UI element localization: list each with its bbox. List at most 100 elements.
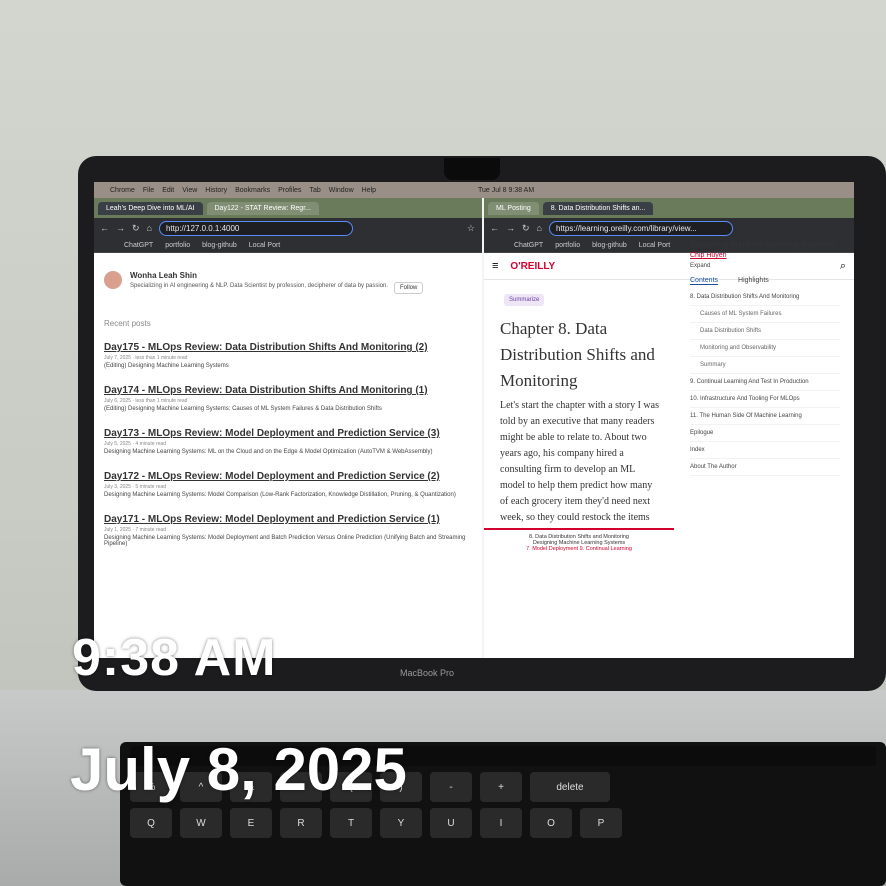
overlay-time: 9:38 AM <box>72 629 277 687</box>
delete-key[interactable]: delete <box>530 772 610 802</box>
key[interactable]: P <box>580 808 622 838</box>
expand-toggle[interactable]: Expand <box>690 263 840 269</box>
reload-icon[interactable]: ↻ <box>132 223 140 234</box>
left-tabbar: Leah's Deep Dive into ML/AI Day122 - STA… <box>94 198 482 218</box>
browser-tab[interactable]: 8. Data Distribution Shifts an... <box>542 201 654 215</box>
author-name: Wonha Leah Shin <box>130 271 197 280</box>
menu-item[interactable]: Bookmarks <box>235 187 270 194</box>
menu-item[interactable]: Window <box>329 187 354 194</box>
post-title-link[interactable]: Day175 - MLOps Review: Data Distribution… <box>104 342 472 353</box>
post-title-link[interactable]: Day171 - MLOps Review: Model Deployment … <box>104 514 472 525</box>
key[interactable]: - <box>430 772 472 802</box>
key[interactable]: U <box>430 808 472 838</box>
bookmark-item[interactable]: blog-github <box>202 242 237 249</box>
bookmark-item[interactable]: Local Port <box>249 242 281 249</box>
next-chapter-link[interactable]: 9. Continual Learning <box>580 546 632 552</box>
bookmark-star-icon[interactable]: ☆ <box>467 223 475 234</box>
forward-icon[interactable]: → <box>116 223 125 233</box>
macos-menubar: Chrome File Edit View History Bookmarks … <box>94 182 854 198</box>
book-author-link[interactable]: Chip Huyen <box>690 252 840 259</box>
bookmark-item[interactable]: blog-github <box>592 242 627 249</box>
toc-item[interactable]: Epilogue <box>690 425 840 442</box>
hamburger-menu-icon[interactable]: ≡ <box>492 260 498 272</box>
reload-icon[interactable]: ↻ <box>522 223 530 234</box>
bookmark-item[interactable]: portfolio <box>165 242 190 249</box>
overlay-date: July 8, 2025 <box>70 736 407 803</box>
camera-notch <box>444 158 500 180</box>
search-icon[interactable]: ⌕ <box>840 260 846 273</box>
post-title-link[interactable]: Day174 - MLOps Review: Data Distribution… <box>104 385 472 396</box>
toc-item[interactable]: Summary <box>690 357 840 374</box>
post-title-link[interactable]: Day172 - MLOps Review: Model Deployment … <box>104 471 472 482</box>
tab-highlights[interactable]: Highlights <box>738 277 769 285</box>
chapter-footer-nav: 8. Data Distribution Shifts and Monitori… <box>484 528 674 552</box>
key[interactable]: E <box>230 808 272 838</box>
author-bio: Specializing in AI engineering & NLP. Da… <box>130 283 389 289</box>
back-icon[interactable]: ← <box>490 223 499 233</box>
post-item: Day173 - MLOps Review: Model Deployment … <box>104 428 472 455</box>
right-toolbar: ← → ↻ ⌂ https://learning.oreilly.com/lib… <box>484 218 854 238</box>
home-icon[interactable]: ⌂ <box>537 223 542 233</box>
follow-button[interactable]: Follow <box>394 282 424 294</box>
post-excerpt: (Editing) Designing Machine Learning Sys… <box>104 406 382 412</box>
bookmark-item[interactable]: Local Port <box>639 242 671 249</box>
post-item: Day174 - MLOps Review: Data Distribution… <box>104 385 472 412</box>
home-icon[interactable]: ⌂ <box>147 223 152 233</box>
key[interactable]: R <box>280 808 322 838</box>
back-icon[interactable]: ← <box>100 223 109 233</box>
menu-item[interactable]: Chrome <box>110 187 135 194</box>
toc-item[interactable]: 9. Continual Learning And Test In Produc… <box>690 374 840 391</box>
avatar <box>104 271 122 289</box>
menu-item[interactable]: Help <box>362 187 376 194</box>
menu-item[interactable]: Profiles <box>278 187 301 194</box>
menubar-clock[interactable]: Tue Jul 8 9:38 AM <box>478 187 848 194</box>
browser-tab[interactable]: ML Posting <box>488 201 539 215</box>
toc-item[interactable]: Monitoring and Observability <box>690 340 840 357</box>
toc-item[interactable]: 11. The Human Side Of Machine Learning <box>690 408 840 425</box>
post-meta: July 5, 2025 · 4 minute read <box>104 441 166 447</box>
address-bar[interactable]: https://learning.oreilly.com/library/vie… <box>548 220 733 236</box>
menu-item[interactable]: Tab <box>309 187 320 194</box>
browser-tab[interactable]: Day122 - STAT Review: Regr... <box>206 201 319 215</box>
toc-item[interactable]: About The Author <box>690 459 840 476</box>
summarize-button[interactable]: Summarize <box>504 294 545 306</box>
key[interactable]: W <box>180 808 222 838</box>
menu-item[interactable]: View <box>182 187 197 194</box>
menu-item[interactable]: Edit <box>162 187 174 194</box>
post-meta: July 1, 2025 · 7 minute read <box>104 527 166 533</box>
post-excerpt: Designing Machine Learning Systems: ML o… <box>104 449 433 455</box>
post-excerpt: Designing Machine Learning Systems: Mode… <box>104 535 466 547</box>
post-meta: July 6, 2025 · less than 1 minute read <box>104 398 188 404</box>
browser-tab[interactable]: Leah's Deep Dive into ML/AI <box>98 201 203 215</box>
post-excerpt: (Editing) Designing Machine Learning Sys… <box>104 363 229 369</box>
post-title-link[interactable]: Day173 - MLOps Review: Model Deployment … <box>104 428 472 439</box>
recent-posts-heading: Recent posts <box>104 319 151 328</box>
url-text: https://learning.oreilly.com/library/vie… <box>555 223 697 233</box>
toc-item[interactable]: 10. Infrastructure And Tooling For MLOps <box>690 391 840 408</box>
chapter-title: Chapter 8. Data Distribution Shifts and … <box>500 319 655 390</box>
key[interactable]: + <box>480 772 522 802</box>
oreilly-logo[interactable]: O'REILLY <box>510 261 555 272</box>
bookmark-item[interactable]: ChatGPT <box>124 242 153 249</box>
key[interactable]: Q <box>130 808 172 838</box>
bookmark-item[interactable]: portfolio <box>555 242 580 249</box>
key[interactable]: T <box>330 808 372 838</box>
key[interactable]: O <box>530 808 572 838</box>
toc-item[interactable]: 8. Data Distribution Shifts And Monitori… <box>690 289 840 306</box>
toc-item[interactable]: Data Distribution Shifts <box>690 323 840 340</box>
prev-chapter-link[interactable]: 7. Model Deployment <box>526 546 578 552</box>
macbook-label: MacBook Pro <box>400 668 455 678</box>
right-tabbar: ML Posting 8. Data Distribution Shifts a… <box>484 198 854 218</box>
menu-item[interactable]: History <box>205 187 227 194</box>
chapter-body: Let's start the chapter with a story I w… <box>500 400 659 539</box>
key[interactable]: Y <box>380 808 422 838</box>
key[interactable]: I <box>480 808 522 838</box>
toc-item[interactable]: Causes of ML System Failures <box>690 306 840 323</box>
bookmark-item[interactable]: ChatGPT <box>514 242 543 249</box>
address-bar[interactable]: http://127.0.0.1:4000 <box>158 220 353 236</box>
post-item: Day172 - MLOps Review: Model Deployment … <box>104 471 472 498</box>
menu-item[interactable]: File <box>143 187 154 194</box>
toc-item[interactable]: Index <box>690 442 840 459</box>
forward-icon[interactable]: → <box>506 223 515 233</box>
tab-contents[interactable]: Contents <box>690 277 719 285</box>
